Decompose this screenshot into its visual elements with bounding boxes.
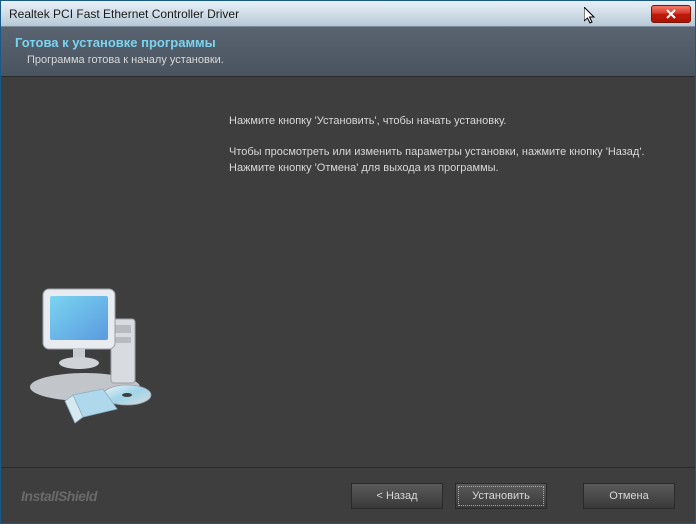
installer-window: Realtek PCI Fast Ethernet Controller Dri… bbox=[0, 0, 696, 524]
content-area: Нажмите кнопку 'Установить', чтобы начат… bbox=[221, 77, 695, 467]
page-subtitle: Программа готова к началу установки. bbox=[15, 54, 681, 66]
instruction-text-2: Чтобы просмотреть или изменить параметры… bbox=[229, 144, 671, 177]
titlebar: Realtek PCI Fast Ethernet Controller Dri… bbox=[1, 1, 695, 27]
close-icon bbox=[666, 9, 676, 19]
brand-label: InstallShield bbox=[21, 488, 97, 504]
wizard-body: Нажмите кнопку 'Установить', чтобы начат… bbox=[1, 77, 695, 467]
close-button[interactable] bbox=[651, 5, 691, 23]
instruction-text-1: Нажмите кнопку 'Установить', чтобы начат… bbox=[229, 113, 671, 130]
sidebar bbox=[1, 77, 221, 467]
nav-button-group: < Назад Установить bbox=[351, 483, 547, 509]
page-title: Готова к установке программы bbox=[15, 35, 681, 50]
install-button[interactable]: Установить bbox=[455, 483, 547, 509]
window-title: Realtek PCI Fast Ethernet Controller Dri… bbox=[9, 7, 651, 21]
installer-illustration-icon bbox=[25, 267, 185, 437]
wizard-footer: InstallShield < Назад Установить Отмена bbox=[1, 467, 695, 523]
back-button[interactable]: < Назад bbox=[351, 483, 443, 509]
wizard-header: Готова к установке программы Программа г… bbox=[1, 27, 695, 77]
cancel-button[interactable]: Отмена bbox=[583, 483, 675, 509]
